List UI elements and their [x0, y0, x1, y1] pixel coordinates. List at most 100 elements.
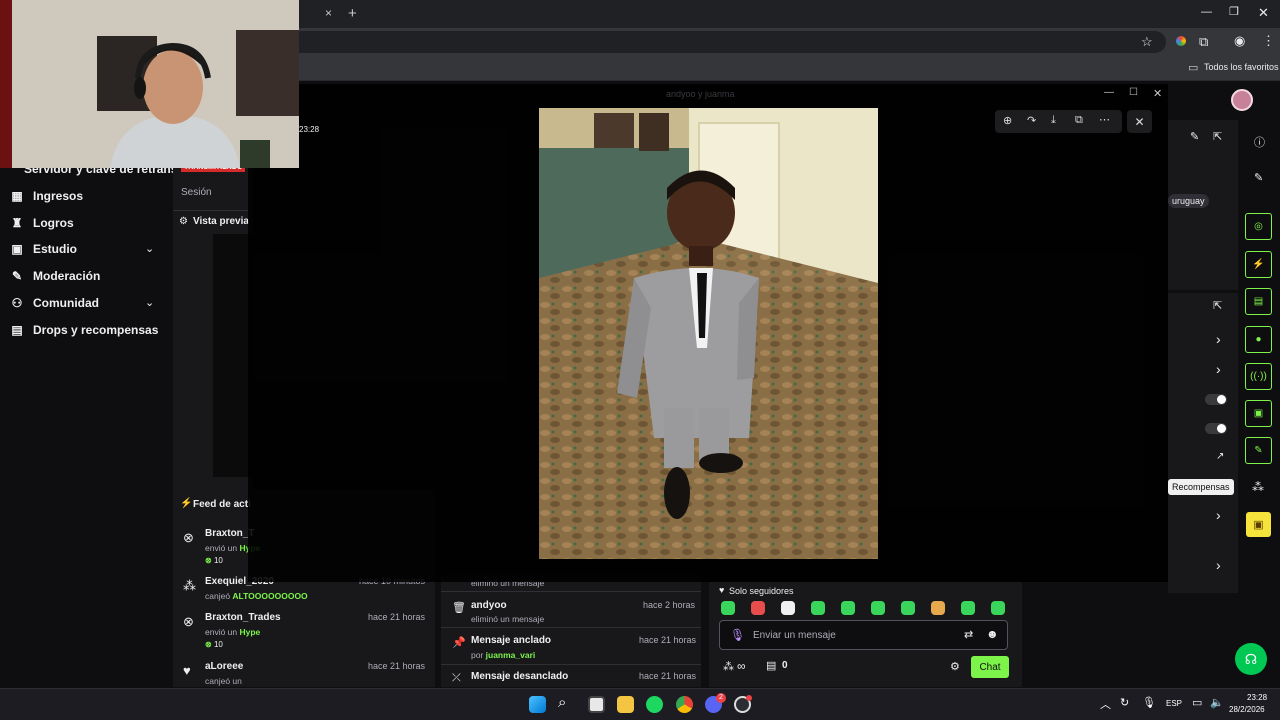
- toggle-switch[interactable]: [1205, 423, 1227, 434]
- chevron-right-icon[interactable]: ›: [1216, 507, 1221, 523]
- preview-video[interactable]: [213, 234, 253, 477]
- profile-icon[interactable]: ◉: [1234, 33, 1245, 49]
- close-window-button[interactable]: ✕: [1258, 5, 1269, 21]
- emote-icon[interactable]: [961, 601, 975, 615]
- extensions-puzzle-icon[interactable]: ⧉: [1199, 34, 1208, 50]
- chevron-up-icon[interactable]: ︿: [1100, 696, 1111, 712]
- sidebar-item-drops[interactable]: ▤ Drops y recompensas: [10, 323, 158, 337]
- new-tab-button[interactable]: +: [348, 5, 357, 22]
- rewards-icon[interactable]: ⁂: [1252, 480, 1264, 494]
- chevron-down-icon[interactable]: ⌄: [145, 296, 154, 309]
- chrome-icon[interactable]: [676, 696, 693, 713]
- bookmarks-folder-label[interactable]: Todos los favoritos: [1204, 62, 1279, 72]
- edit-icon[interactable]: ✎: [1190, 130, 1199, 143]
- emote-icon[interactable]: [871, 601, 885, 615]
- mod-action-time: hace 21 horas: [639, 671, 697, 681]
- address-input[interactable]: [290, 31, 1166, 53]
- ad-icon: ▣: [1253, 408, 1264, 419]
- emote-icon[interactable]: [781, 601, 795, 615]
- chevron-right-icon[interactable]: ›: [1216, 361, 1221, 377]
- clip-button[interactable]: ◎: [1245, 213, 1272, 240]
- spotify-icon[interactable]: [646, 696, 663, 713]
- search-icon[interactable]: ⌕: [558, 694, 566, 711]
- chevron-right-icon[interactable]: ›: [1216, 557, 1221, 573]
- feed-user[interactable]: aLoreee: [205, 661, 243, 672]
- chart-icon[interactable]: ↗: [1216, 451, 1224, 462]
- close-window-button[interactable]: ✕: [1153, 87, 1162, 100]
- tag-chip[interactable]: uruguay: [1168, 194, 1209, 208]
- user-avatar[interactable]: [1231, 89, 1253, 111]
- rotate-icon[interactable]: ↷: [1027, 114, 1036, 127]
- emote-icon[interactable]: [751, 601, 765, 615]
- bookmark-star-icon[interactable]: ☆: [1141, 34, 1153, 50]
- mod-tools-button[interactable]: ✎: [1245, 437, 1272, 464]
- popout-icon[interactable]: ⇱: [1213, 299, 1222, 312]
- mod-action-time: hace 21 horas: [639, 635, 697, 645]
- sidebar-item-moderacion[interactable]: ✎ Moderación: [10, 269, 100, 283]
- sidebar-item-comunidad[interactable]: ⚇ Comunidad: [10, 296, 99, 310]
- store-icon[interactable]: [588, 696, 605, 713]
- emote-icon[interactable]: [991, 601, 1005, 615]
- info-icon[interactable]: ⓘ: [1254, 134, 1265, 150]
- more-icon[interactable]: ⋯: [1099, 113, 1110, 126]
- stream-info-panel: ✎ ⇱ uruguay: [1168, 120, 1238, 290]
- emote-icon[interactable]: [931, 601, 945, 615]
- ad-button[interactable]: ▣: [1245, 400, 1272, 427]
- list-item[interactable]: ⊗ Braxton_Trades hace 21 horas envió un …: [173, 612, 435, 658]
- folder-icon[interactable]: [617, 696, 634, 713]
- download-icon[interactable]: ⤓: [1051, 114, 1056, 127]
- emote-icon[interactable]: [841, 601, 855, 615]
- sidebar-item-label: Ingresos: [33, 189, 84, 203]
- toggle-switch[interactable]: [1205, 394, 1227, 405]
- sidebar-item-logros[interactable]: ♜ Logros: [10, 216, 74, 230]
- zoom-in-icon[interactable]: ⊕: [1003, 114, 1012, 127]
- raid-button[interactable]: ⚡: [1245, 251, 1272, 278]
- sidebar-item-ingresos[interactable]: ▦ Ingresos: [10, 189, 83, 203]
- gift-icon[interactable]: ▤: [766, 659, 776, 672]
- feed-detail: canjeó un: [205, 676, 242, 686]
- broadcast-button[interactable]: ((·)): [1245, 363, 1272, 390]
- language-indicator[interactable]: ESP: [1166, 699, 1182, 708]
- channel-points-icon[interactable]: ⁂: [723, 660, 734, 673]
- chevron-right-icon[interactable]: ›: [1216, 331, 1221, 347]
- mod-action-user[interactable]: andyoo: [471, 600, 507, 611]
- lightning-icon: ⚡: [1252, 259, 1265, 270]
- sync-icon[interactable]: ↻: [1120, 696, 1129, 709]
- emote-icon[interactable]: [811, 601, 825, 615]
- edit-icon[interactable]: ✎: [1254, 171, 1263, 184]
- microphone-icon[interactable]: 🎙: [1142, 696, 1156, 709]
- chevron-down-icon[interactable]: ⌄: [145, 242, 154, 255]
- menu-dots-icon[interactable]: ⋮: [1262, 33, 1275, 49]
- restore-window-button[interactable]: ❐: [1229, 5, 1239, 18]
- feed-amount: ⊗ 10: [205, 556, 223, 565]
- microphone-icon[interactable]: 🎙: [730, 628, 745, 642]
- volume-icon[interactable]: 🔈: [1210, 696, 1224, 709]
- gear-icon[interactable]: ⚙: [950, 660, 960, 673]
- windows-start-icon[interactable]: [529, 696, 546, 713]
- emote-icon[interactable]: [901, 601, 915, 615]
- feed-user[interactable]: Braxton_Trades: [205, 612, 281, 623]
- camera-icon: ▣: [11, 242, 23, 256]
- heart-icon: ♥: [719, 585, 725, 595]
- minimize-window-button[interactable]: —: [1104, 87, 1114, 98]
- help-headset-button[interactable]: ☊: [1235, 643, 1267, 675]
- minimize-window-button[interactable]: —: [1201, 6, 1212, 18]
- gift-button[interactable]: ▣: [1246, 512, 1271, 537]
- extension-icon[interactable]: [1176, 36, 1186, 46]
- notes-button[interactable]: ▤: [1245, 288, 1272, 315]
- viewer-close-button[interactable]: ✕: [1127, 110, 1152, 133]
- close-tab-button[interactable]: ×: [325, 6, 332, 20]
- emote-picker-icon[interactable]: ☻: [986, 627, 999, 641]
- chat-button[interactable]: ●: [1245, 326, 1272, 353]
- network-icon[interactable]: ▭: [1192, 696, 1202, 709]
- chat-send-button[interactable]: Chat: [971, 656, 1009, 678]
- maximize-window-button[interactable]: ☐: [1129, 87, 1138, 98]
- taskbar-time[interactable]: 23:28: [1247, 693, 1267, 702]
- chat-input[interactable]: 🎙 Enviar un mensaje ⇄ ☻: [719, 620, 1008, 650]
- translate-icon[interactable]: ⇄: [964, 628, 973, 641]
- emote-icon[interactable]: [721, 601, 735, 615]
- open-external-icon[interactable]: ⧉: [1075, 114, 1083, 127]
- popout-icon[interactable]: ⇱: [1213, 130, 1222, 143]
- sidebar-item-estudio[interactable]: ▣ Estudio: [10, 242, 77, 256]
- taskbar-date[interactable]: 28/2/2026: [1229, 705, 1265, 714]
